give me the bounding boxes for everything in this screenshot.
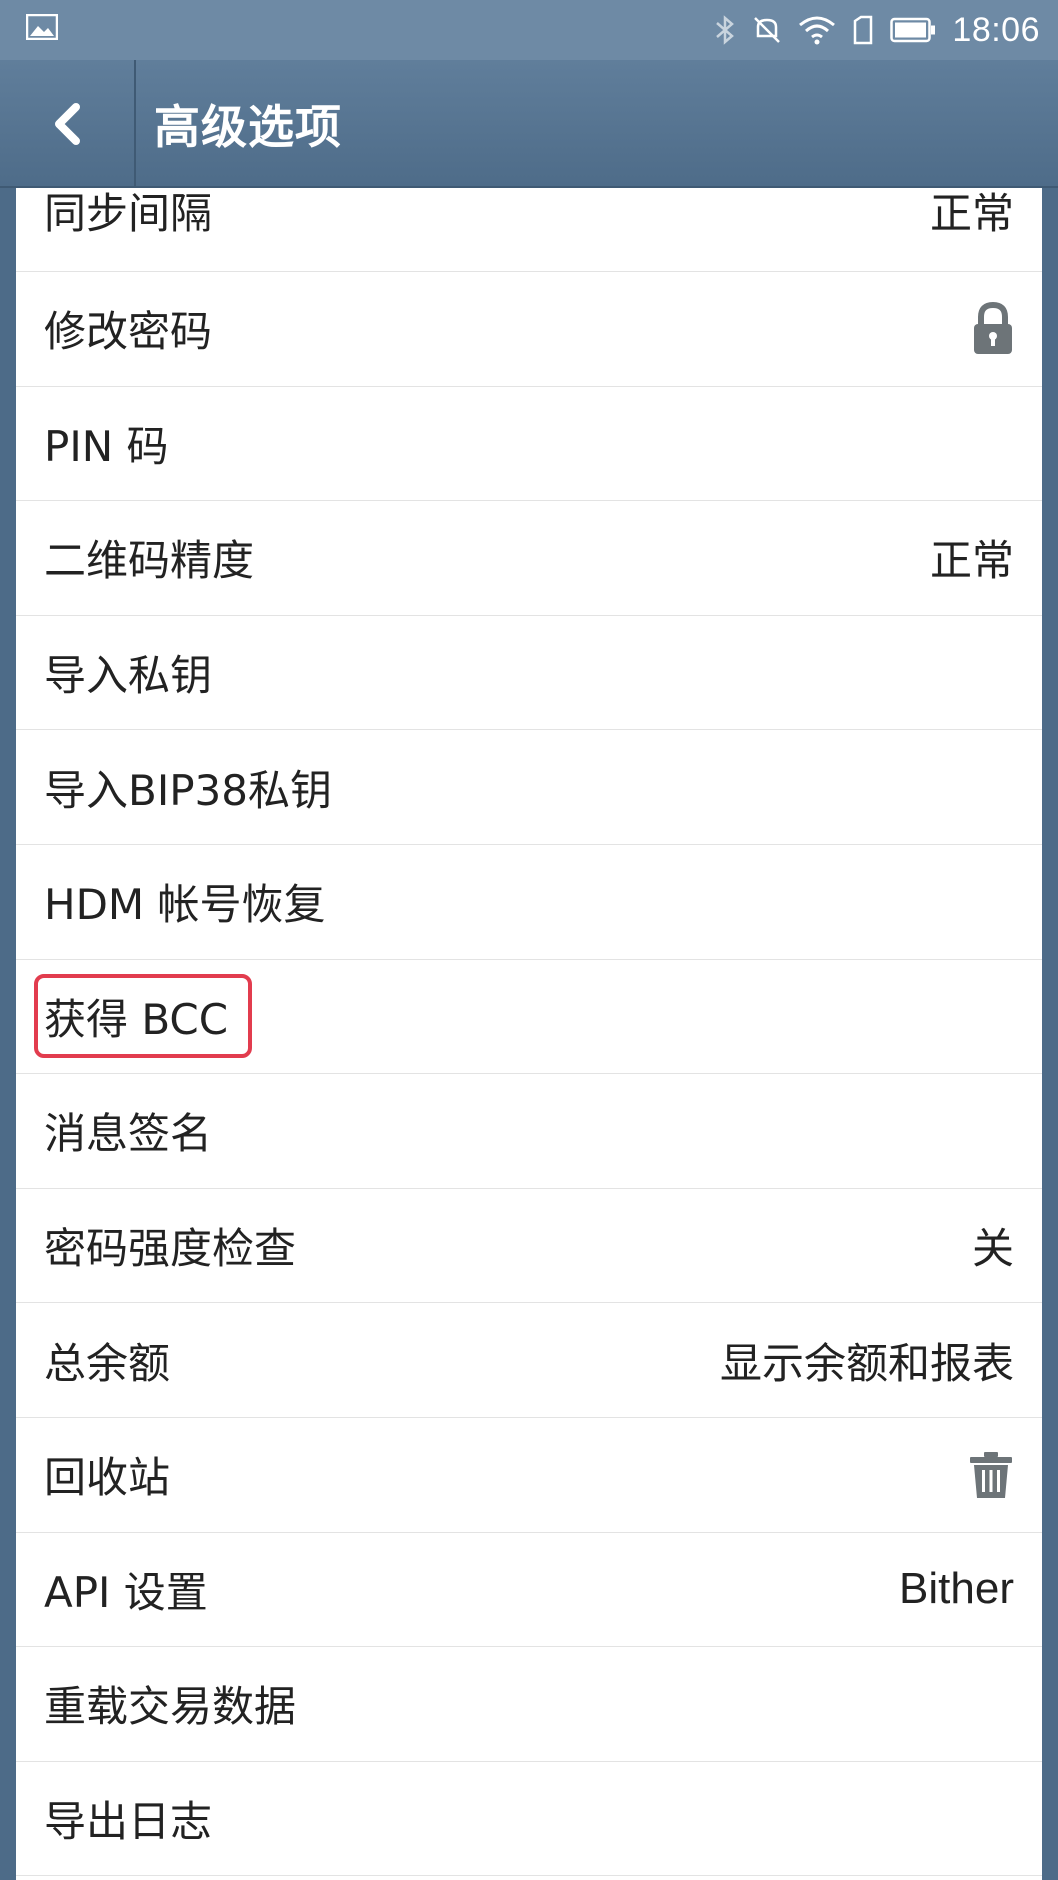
settings-item-label: 修改密码: [44, 307, 213, 357]
settings-item-qr-precision[interactable]: 二维码精度 正常: [16, 501, 1042, 616]
settings-item-trash[interactable]: 回收站: [16, 1418, 1042, 1533]
settings-item-label: API 设置: [44, 1567, 208, 1617]
trash-icon: [968, 1450, 1014, 1500]
mute-icon: [754, 17, 781, 43]
settings-item-import-private-key[interactable]: 导入私钥: [16, 616, 1042, 731]
settings-item-pin[interactable]: PIN 码: [16, 387, 1042, 502]
settings-item-export-log[interactable]: 导出日志: [16, 1762, 1042, 1877]
chevron-left-icon: [55, 103, 80, 145]
lock-icon: [972, 301, 1014, 356]
battery-icon: [890, 17, 936, 43]
app-bar: 高级选项: [0, 60, 1058, 188]
settings-item-label: 二维码精度: [44, 536, 255, 586]
sim-icon: [854, 15, 873, 45]
settings-item-label: HDM 帐号恢复: [44, 880, 326, 930]
settings-item-message-signing[interactable]: 消息签名: [16, 1074, 1042, 1189]
settings-item-label: 密码强度检查: [44, 1224, 297, 1274]
settings-list: 同步间隔 正常 修改密码 PIN 码 二维码精度 正常 导入私钥 导入BIP38…: [16, 188, 1042, 1880]
settings-item-import-bip38[interactable]: 导入BIP38私钥: [16, 730, 1042, 845]
settings-item-label: 导出日志: [44, 1797, 213, 1847]
settings-item-total-balance[interactable]: 总余额 显示余额和报表: [16, 1303, 1042, 1418]
settings-item-get-bcc[interactable]: 获得 BCC: [16, 960, 1042, 1075]
settings-item-label: 消息签名: [44, 1109, 213, 1159]
settings-item-password-strength[interactable]: 密码强度检查 关: [16, 1189, 1042, 1304]
settings-item-value: 显示余额和报表: [719, 1338, 1014, 1388]
settings-item-reload-tx[interactable]: 重载交易数据: [16, 1647, 1042, 1762]
settings-item-label: 重载交易数据: [44, 1682, 297, 1732]
settings-item-sync-interval[interactable]: 同步间隔 正常: [16, 188, 1042, 272]
image-notification-icon: [26, 14, 58, 40]
settings-item-value: Bither: [899, 1564, 1014, 1614]
settings-item-label: PIN 码: [44, 421, 169, 471]
settings-item-label: 导入BIP38私钥: [44, 765, 332, 815]
settings-item-value: 正常: [929, 189, 1014, 238]
settings-item-label: 导入私钥: [44, 651, 213, 701]
settings-item-label: 总余额: [44, 1338, 171, 1388]
bluetooth-icon: [716, 15, 735, 45]
back-button[interactable]: [0, 60, 136, 188]
highlight-box: [34, 973, 252, 1058]
wifi-icon: [799, 16, 836, 45]
settings-item-value: 关: [971, 1224, 1014, 1274]
settings-item-label: 回收站: [44, 1453, 171, 1503]
settings-item-hdm-recovery[interactable]: HDM 帐号恢复: [16, 845, 1042, 960]
settings-item-change-password[interactable]: 修改密码: [16, 272, 1042, 387]
page-title: 高级选项: [154, 100, 342, 154]
settings-item-api-settings[interactable]: API 设置 Bither: [16, 1533, 1042, 1648]
status-bar: 18:06: [0, 0, 1058, 60]
status-time: 18:06: [952, 10, 1040, 49]
settings-item-label: 同步间隔: [44, 189, 213, 238]
settings-item-value: 正常: [929, 536, 1014, 586]
